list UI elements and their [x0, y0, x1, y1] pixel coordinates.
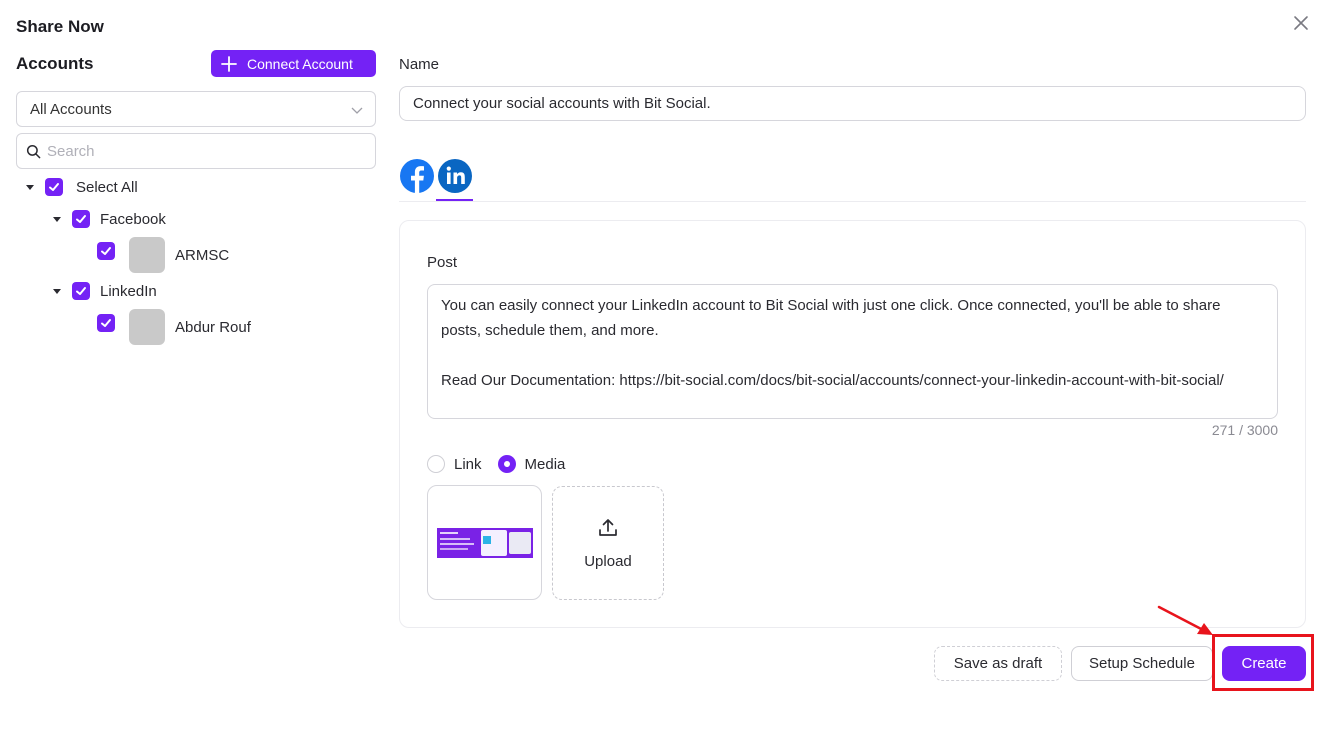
abdur-rouf-account-label: Abdur Rouf [175, 318, 251, 336]
upload-label: Upload [584, 552, 632, 570]
media-thumbnail[interactable] [427, 485, 542, 600]
plus-icon [221, 55, 237, 72]
check-icon [76, 215, 86, 223]
connect-account-button[interactable]: Connect Account [211, 50, 376, 77]
chevron-down-icon [351, 107, 363, 114]
check-icon [101, 319, 111, 327]
connect-account-label: Connect Account [247, 55, 353, 72]
name-label: Name [399, 56, 440, 73]
close-icon[interactable] [1290, 12, 1312, 34]
setup-schedule-button[interactable]: Setup Schedule [1071, 646, 1213, 681]
post-textarea[interactable]: You can easily connect your LinkedIn acc… [427, 284, 1278, 419]
character-count: 271 / 3000 [1211, 422, 1278, 438]
search-input[interactable] [47, 142, 347, 160]
radio-link-label: Link [454, 455, 482, 473]
caret-down-icon[interactable] [52, 214, 62, 224]
tree-row-linkedin: LinkedIn [52, 282, 157, 300]
search-icon [26, 144, 41, 158]
radio-media[interactable] [497, 455, 516, 473]
select-all-label: Select All [76, 178, 138, 196]
post-label: Post [427, 254, 458, 271]
tree-row-select-all: Select All [25, 178, 138, 196]
tree-row-abdur-rouf: Abdur Rouf [97, 309, 251, 345]
check-icon [101, 247, 111, 255]
accounts-heading: Accounts [16, 54, 94, 73]
armsc-account-checkbox[interactable] [97, 242, 115, 260]
active-tab-indicator [436, 199, 473, 201]
accounts-filter-select[interactable]: All Accounts [16, 91, 376, 127]
upload-button[interactable]: Upload [552, 486, 664, 600]
linkedin-group-checkbox[interactable] [72, 282, 90, 300]
media-preview-image [436, 527, 533, 558]
check-icon [76, 287, 86, 295]
radio-link[interactable] [427, 455, 445, 473]
caret-down-icon[interactable] [25, 182, 35, 192]
avatar [129, 237, 165, 273]
avatar [129, 309, 165, 345]
post-type-radio-group: Link Media [427, 455, 581, 473]
linkedin-group-label: LinkedIn [100, 282, 157, 300]
accounts-search-field[interactable] [16, 133, 376, 169]
radio-media-label: Media [524, 455, 566, 473]
caret-down-icon[interactable] [52, 286, 62, 296]
modal-title: Share Now [16, 17, 104, 36]
abdur-rouf-account-checkbox[interactable] [97, 314, 115, 332]
facebook-group-label: Facebook [100, 210, 166, 228]
name-input[interactable]: Connect your social accounts with Bit So… [399, 86, 1306, 121]
armsc-account-label: ARMSC [175, 246, 230, 264]
upload-icon [599, 518, 617, 536]
linkedin-icon[interactable] [437, 158, 473, 194]
tree-row-armsc: ARMSC [97, 237, 229, 273]
select-all-checkbox[interactable] [45, 178, 63, 196]
annotation-arrow-icon [1157, 605, 1213, 635]
check-icon [49, 183, 59, 191]
save-as-draft-button[interactable]: Save as draft [934, 646, 1062, 681]
highlight-box [1212, 634, 1314, 691]
facebook-icon[interactable] [399, 158, 435, 194]
platform-tabs [399, 156, 1306, 202]
accounts-filter-value: All Accounts [30, 100, 112, 118]
facebook-group-checkbox[interactable] [72, 210, 90, 228]
tree-row-facebook: Facebook [52, 210, 166, 228]
